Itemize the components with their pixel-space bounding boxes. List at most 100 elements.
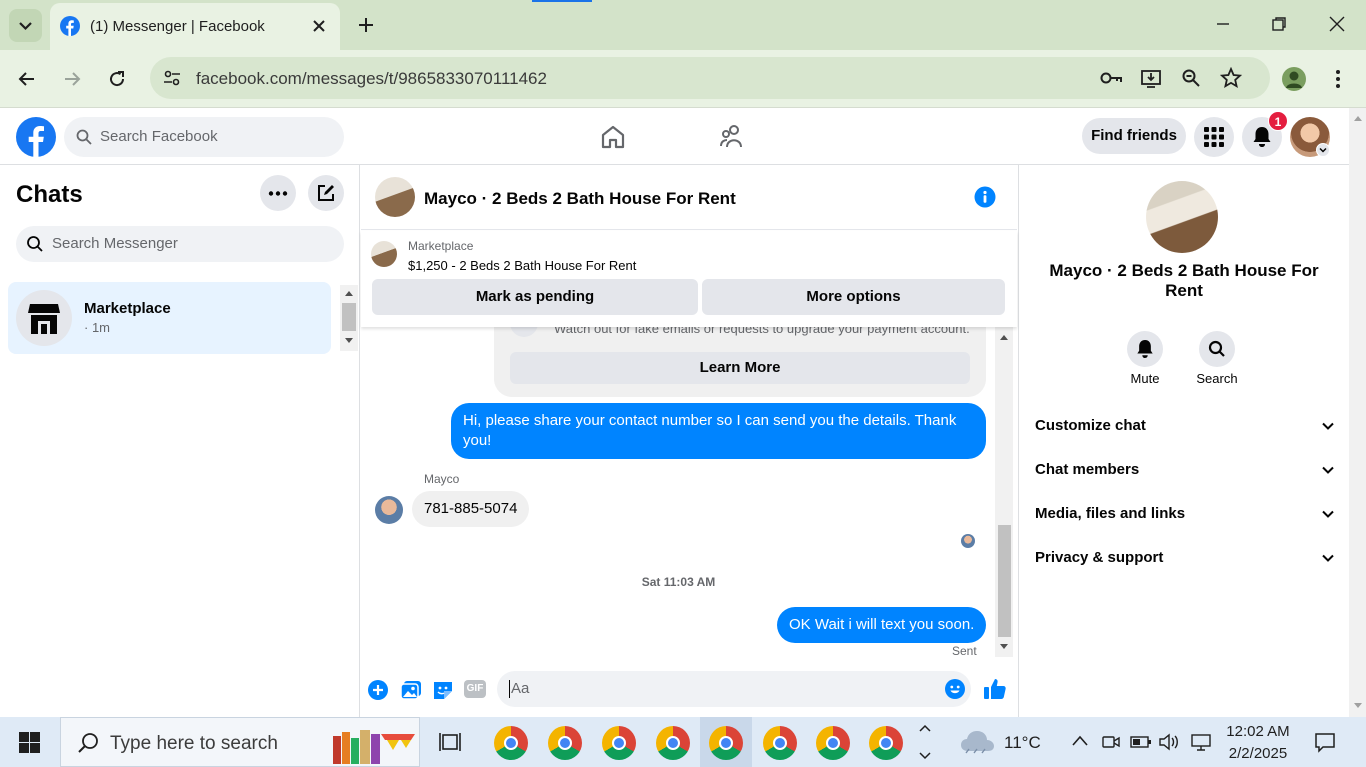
conversation-title[interactable]: Mayco · 2 Beds 2 Bath House For Rent [424,189,736,209]
battery-icon[interactable] [1130,734,1152,750]
windows-taskbar: Type here to search 11°C 12:02 AM 2/2/20… [0,717,1366,767]
photo-icon[interactable] [400,679,422,701]
thumbs-up-icon[interactable] [983,677,1007,701]
task-view-icon[interactable] [439,732,461,752]
close-tab-icon[interactable] [311,18,327,34]
scroll-up-icon[interactable] [344,289,354,297]
address-bar[interactable]: facebook.com/messages/t/9865833070111462 [150,57,1270,99]
chat-item-marketplace[interactable]: Marketplace · 1m [8,282,331,354]
meet-now-icon[interactable] [1102,733,1120,751]
chat-options-button[interactable] [260,175,296,211]
scroll-down-icon[interactable] [1353,702,1363,710]
marketplace-avatar [16,290,72,346]
bookmark-star-icon[interactable] [1220,67,1242,89]
more-options-button[interactable]: More options [702,279,1005,315]
search-label: Search [1196,371,1238,386]
message-input[interactable]: Aa [497,671,971,707]
details-avatar[interactable] [1146,181,1218,253]
message-incoming[interactable]: 781-885-5074 [412,491,530,527]
search-icon [76,129,92,145]
browser-menu-icon[interactable] [1330,68,1346,90]
windows-start-icon[interactable] [19,732,40,753]
listing-text[interactable]: $1,250 - 2 Beds 2 Bath House For Rent [408,258,636,273]
chrome-taskbar-icon[interactable] [816,726,850,760]
message-outgoing[interactable]: OK Wait i will text you soon. [777,607,987,643]
learn-more-button[interactable]: Learn More [510,352,970,384]
show-hidden-icons-icon[interactable] [1072,734,1088,748]
new-tab-icon[interactable] [356,15,376,35]
network-icon[interactable] [1190,733,1212,751]
conversation-scroll-thumb[interactable] [998,525,1011,637]
message-composer: GIF Aa [361,665,1017,717]
scroll-down-icon[interactable] [999,643,1009,651]
password-key-icon[interactable] [1099,68,1123,88]
scroll-up-icon[interactable] [999,333,1009,341]
facebook-search[interactable]: Search Facebook [64,117,344,157]
chat-item-meta: · 1m [84,320,110,335]
chrome-taskbar-icon[interactable] [548,726,582,760]
restore-icon[interactable] [1270,15,1288,33]
taskbar-scroll-icon[interactable] [919,723,931,761]
gif-icon[interactable]: GIF [464,680,486,698]
page-scrollbar[interactable] [1349,108,1366,717]
minimize-icon[interactable] [1214,15,1232,33]
tab-title: (1) Messenger | Facebook [90,18,265,35]
new-message-button[interactable] [308,175,344,211]
chrome-taskbar-icon[interactable] [602,726,636,760]
message-outgoing[interactable]: Hi, please share your contact number so … [451,403,986,459]
site-info-icon[interactable] [162,68,182,88]
back-icon[interactable] [17,69,37,89]
chrome-taskbar-icon[interactable] [656,726,690,760]
account-menu-chevron[interactable] [1316,143,1330,157]
reload-icon[interactable] [107,69,127,89]
weather-cloud-icon[interactable] [960,729,996,755]
menu-button[interactable] [1194,117,1234,157]
home-icon[interactable] [600,124,626,150]
chrome-taskbar-icon[interactable] [709,726,743,760]
sticker-icon[interactable] [432,679,454,701]
install-app-icon[interactable] [1140,67,1162,89]
weather-temperature[interactable]: 11°C [1004,733,1041,753]
sidebar-scroll-thumb[interactable] [342,303,356,331]
sidebar-scrollbar[interactable] [340,285,358,351]
search-in-conversation-button[interactable] [1199,331,1235,367]
scroll-up-icon[interactable] [1353,114,1363,122]
messenger-search-placeholder: Search Messenger [52,235,178,252]
forward-icon[interactable] [62,69,82,89]
tab-search-button[interactable] [9,9,42,42]
emoji-icon[interactable] [945,679,965,699]
chrome-taskbar-icon[interactable] [494,726,528,760]
section-label: Privacy & support [1035,549,1164,566]
facebook-favicon-icon [60,16,80,36]
conversation-scrollbar[interactable] [995,327,1013,657]
scroll-down-icon[interactable] [344,337,354,345]
chat-members-section[interactable]: Chat members [1035,449,1335,493]
browser-tab[interactable]: (1) Messenger | Facebook [50,3,340,50]
privacy-support-section[interactable]: Privacy & support [1035,537,1335,581]
close-window-icon[interactable] [1328,15,1346,33]
taskbar-date[interactable]: 2/2/2025 [1226,745,1290,762]
find-friends-button[interactable]: Find friends [1082,118,1186,154]
media-files-links-section[interactable]: Media, files and links [1035,493,1335,537]
conversation-avatar[interactable] [375,177,415,217]
taskbar-time[interactable]: 12:02 AM [1226,723,1290,740]
customize-chat-section[interactable]: Customize chat [1035,405,1335,449]
messenger-search[interactable]: Search Messenger [16,226,344,262]
storefront-icon [28,304,60,334]
sender-avatar[interactable] [375,496,403,524]
friends-icon[interactable] [719,123,747,151]
profile-avatar-icon[interactable] [1282,67,1306,91]
mark-as-pending-button[interactable]: Mark as pending [372,279,698,315]
info-icon[interactable] [974,186,996,208]
search-icon [1208,340,1225,357]
taskbar-search[interactable]: Type here to search [60,717,420,767]
chrome-taskbar-icon[interactable] [869,726,903,760]
facebook-logo-icon[interactable] [16,117,56,157]
facebook-top-nav: Search Facebook Find friends 1 [0,108,1350,165]
volume-icon[interactable] [1158,732,1180,752]
add-plus-icon[interactable] [368,680,388,700]
zoom-icon[interactable] [1181,68,1201,88]
chrome-taskbar-icon[interactable] [763,726,797,760]
notifications-center-icon[interactable] [1314,731,1336,753]
mute-button[interactable] [1127,331,1163,367]
